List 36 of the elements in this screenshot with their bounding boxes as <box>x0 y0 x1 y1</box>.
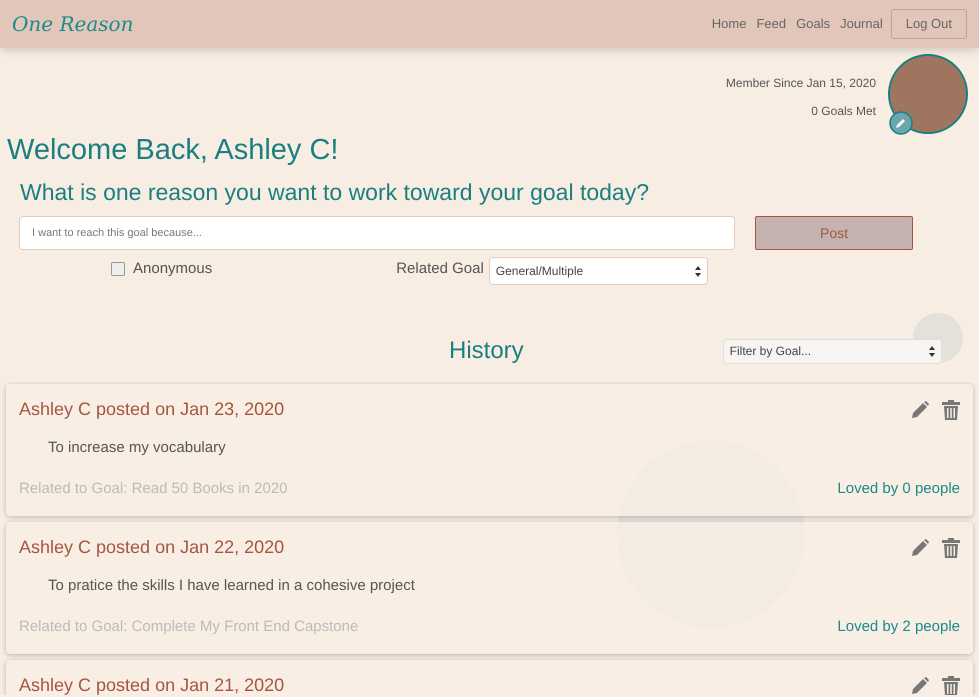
nav-link[interactable]: Home <box>712 14 746 34</box>
loved-by-text: Loved by 2 people <box>837 616 960 636</box>
nav-link[interactable]: Journal <box>840 14 883 34</box>
select-arrows-icon <box>928 346 935 356</box>
pencil-icon[interactable] <box>910 400 930 420</box>
brand-logo[interactable]: One Reason <box>12 9 134 39</box>
post-text: To pratice the skills I have learned in a cohesive project <box>48 576 416 596</box>
nav-link[interactable]: Feed <box>756 14 786 34</box>
trash-icon[interactable] <box>942 400 960 420</box>
reason-input-field[interactable]: I want to reach this goal because... <box>19 216 735 250</box>
select-arrows-icon <box>694 266 701 276</box>
member-since-text: Member Since Jan 15, 2020 <box>726 75 876 92</box>
loved-by-text: Loved by 0 people <box>837 478 960 498</box>
pencil-icon[interactable] <box>910 538 930 558</box>
related-goal-text: Related to Goal: Read 50 Books in 2020 <box>19 478 288 498</box>
nav-link[interactable]: Goals <box>796 14 830 34</box>
prompt-heading: What is one reason you want to work toward your goal today? <box>20 178 650 206</box>
filter-goal-select[interactable]: Filter by Goal... <box>722 338 942 364</box>
welcome-heading: Welcome Back, Ashley C! <box>7 133 340 168</box>
trash-icon[interactable] <box>942 538 960 558</box>
post-header: Ashley C posted on Jan 22, 2020 <box>19 536 284 559</box>
goals-met-text: 0 Goals Met <box>811 103 876 120</box>
related-goal-label: Related Goal <box>396 258 484 279</box>
post-text: To increase my vocabulary <box>48 438 227 458</box>
related-goal-text: Related to Goal: Complete My Front End Capstone <box>19 616 358 636</box>
related-goal-select[interactable]: General/Multiple <box>488 257 708 285</box>
pencil-icon[interactable] <box>910 676 930 695</box>
anonymous-checkbox[interactable] <box>111 262 125 276</box>
post-button[interactable]: Post <box>755 216 913 250</box>
trash-icon[interactable] <box>942 676 960 695</box>
post-header: Ashley C posted on Jan 21, 2020 <box>19 674 284 695</box>
logout-button[interactable]: Log Out <box>890 9 967 39</box>
history-heading: History <box>449 336 524 366</box>
post-header: Ashley C posted on Jan 23, 2020 <box>19 398 284 421</box>
anonymous-label: Anonymous <box>133 258 212 279</box>
edit-pencil-icon[interactable] <box>889 111 913 135</box>
